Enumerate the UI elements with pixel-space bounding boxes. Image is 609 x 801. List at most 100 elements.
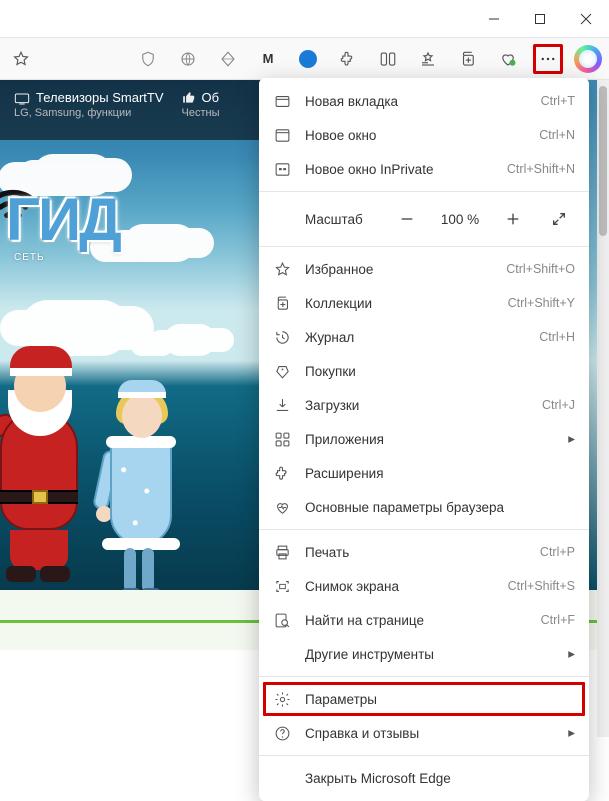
m-logo-button[interactable]: M xyxy=(253,44,283,74)
browser-toolbar: M xyxy=(0,38,609,80)
menu-downloads[interactable]: Загрузки Ctrl+J xyxy=(259,388,589,422)
globe-icon xyxy=(179,50,197,68)
site-logo-text: ГИД xyxy=(6,185,120,254)
blank-icon xyxy=(273,645,291,663)
blue-dot-icon xyxy=(299,50,317,68)
fullscreen-button[interactable] xyxy=(543,203,575,235)
performance-button[interactable] xyxy=(493,44,523,74)
ellipsis-icon xyxy=(539,50,557,68)
scrollbar-thumb[interactable] xyxy=(599,86,607,236)
menu-item-label: Снимок экрана xyxy=(305,579,494,594)
menu-item-shortcut: Ctrl+N xyxy=(539,128,575,142)
collections-button[interactable] xyxy=(453,44,483,74)
menu-item-label: Параметры xyxy=(305,692,575,707)
menu-item-label: Другие инструменты xyxy=(305,647,554,662)
menu-more-tools[interactable]: Другие инструменты ▸ xyxy=(259,637,589,671)
split-screen-button[interactable] xyxy=(373,44,403,74)
page-scrollbar[interactable] xyxy=(597,80,609,737)
more-menu-button[interactable] xyxy=(533,44,563,74)
globe-button[interactable] xyxy=(173,44,203,74)
shield-button[interactable] xyxy=(133,44,163,74)
menu-item-shortcut: Ctrl+T xyxy=(541,94,575,108)
puzzle-icon xyxy=(273,464,291,482)
heart-pulse-icon xyxy=(499,50,517,68)
menu-close-edge[interactable]: Закрыть Microsoft Edge xyxy=(259,761,589,795)
menu-item-shortcut: Ctrl+J xyxy=(542,398,575,412)
zoom-out-button[interactable] xyxy=(391,203,423,235)
menu-item-label: Избранное xyxy=(305,262,492,277)
menu-extensions[interactable]: Расширения xyxy=(259,456,589,490)
menu-item-shortcut: Ctrl+P xyxy=(540,545,575,559)
shopping-icon xyxy=(273,362,291,380)
menu-history[interactable]: Журнал Ctrl+H xyxy=(259,320,589,354)
menu-browser-essentials[interactable]: Основные параметры браузера xyxy=(259,490,589,524)
menu-item-label: Новая вкладка xyxy=(305,94,527,109)
zoom-in-button[interactable] xyxy=(497,203,529,235)
find-icon xyxy=(273,611,291,629)
menu-print[interactable]: Печать Ctrl+P xyxy=(259,535,589,569)
menu-item-shortcut: Ctrl+Shift+N xyxy=(507,162,575,176)
snowmaiden-illustration xyxy=(88,380,198,600)
chevron-right-icon: ▸ xyxy=(568,646,575,662)
fullscreen-icon xyxy=(551,211,567,227)
cloud-decoration xyxy=(150,330,190,350)
star-icon xyxy=(273,260,291,278)
video-suggestion[interactable]: Телевизоры SmartTV LG, Samsung, функции xyxy=(14,90,164,119)
menu-separator xyxy=(259,755,589,756)
inprivate-icon xyxy=(273,160,291,178)
santa-illustration xyxy=(0,340,100,590)
extensions-button[interactable] xyxy=(333,44,363,74)
screenshot-icon xyxy=(273,577,291,595)
window-minimize-button[interactable] xyxy=(471,0,517,38)
m-icon: M xyxy=(263,51,274,66)
window-close-button[interactable] xyxy=(563,0,609,38)
menu-favorites[interactable]: Избранное Ctrl+Shift+O xyxy=(259,252,589,286)
menu-apps[interactable]: Приложения ▸ xyxy=(259,422,589,456)
menu-separator xyxy=(259,676,589,677)
new-tab-icon xyxy=(273,92,291,110)
download-icon xyxy=(273,396,291,414)
menu-shopping[interactable]: Покупки xyxy=(259,354,589,388)
menu-screenshot[interactable]: Снимок экрана Ctrl+Shift+S xyxy=(259,569,589,603)
video-suggestion[interactable]: Об Честны xyxy=(182,90,220,119)
blue-badge-button[interactable] xyxy=(293,44,323,74)
menu-find[interactable]: Найти на странице Ctrl+F xyxy=(259,603,589,637)
menu-item-label: Справка и отзывы xyxy=(305,726,554,741)
video-suggestion-title: Телевизоры SmartTV xyxy=(36,90,164,105)
close-icon xyxy=(580,13,592,25)
heart-pulse-icon xyxy=(273,498,291,516)
blank-icon xyxy=(273,769,291,787)
apps-icon xyxy=(273,430,291,448)
menu-separator xyxy=(259,191,589,192)
history-icon xyxy=(273,328,291,346)
menu-separator xyxy=(259,529,589,530)
menu-item-label: Журнал xyxy=(305,330,525,345)
star-list-icon xyxy=(419,50,437,68)
copilot-icon xyxy=(574,45,602,73)
copilot-button[interactable] xyxy=(573,44,603,74)
menu-item-label: Найти на странице xyxy=(305,613,527,628)
video-suggestion-sub: LG, Samsung, функции xyxy=(14,107,164,119)
menu-help[interactable]: Справка и отзывы ▸ xyxy=(259,716,589,750)
menu-item-label: Загрузки xyxy=(305,398,528,413)
menu-item-shortcut: Ctrl+Shift+S xyxy=(508,579,575,593)
menu-item-shortcut: Ctrl+F xyxy=(541,613,575,627)
favorite-star-button[interactable] xyxy=(6,44,36,74)
menu-item-label: Коллекции xyxy=(305,296,494,311)
menu-settings[interactable]: Параметры xyxy=(259,682,589,716)
menu-item-label: Масштаб xyxy=(273,212,377,227)
diamond-button[interactable] xyxy=(213,44,243,74)
thumbs-up-icon xyxy=(182,91,196,105)
menu-new-window[interactable]: Новое окно Ctrl+N xyxy=(259,118,589,152)
tv-icon xyxy=(14,91,30,105)
menu-item-label: Печать xyxy=(305,545,526,560)
menu-collections[interactable]: Коллекции Ctrl+Shift+Y xyxy=(259,286,589,320)
help-icon xyxy=(273,724,291,742)
menu-item-shortcut: Ctrl+Shift+O xyxy=(506,262,575,276)
menu-new-tab[interactable]: Новая вкладка Ctrl+T xyxy=(259,84,589,118)
maximize-icon xyxy=(534,13,546,25)
menu-item-label: Новое окно InPrivate xyxy=(305,162,493,177)
menu-new-inprivate[interactable]: Новое окно InPrivate Ctrl+Shift+N xyxy=(259,152,589,186)
window-maximize-button[interactable] xyxy=(517,0,563,38)
favorites-list-button[interactable] xyxy=(413,44,443,74)
